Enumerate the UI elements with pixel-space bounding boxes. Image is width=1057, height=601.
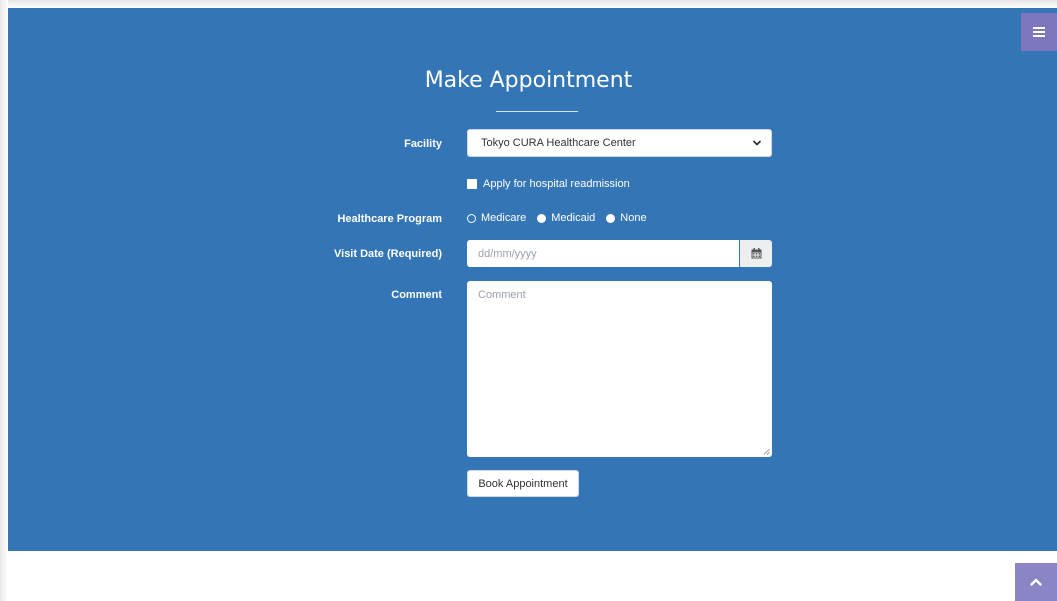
comment-placeholder: Comment xyxy=(478,289,526,301)
resize-grip-icon[interactable] xyxy=(763,448,770,455)
facility-select-value: Tokyo CURA Healthcare Center xyxy=(481,137,636,149)
radio-none[interactable] xyxy=(606,213,616,223)
visit-date-placeholder: dd/mm/yyyy xyxy=(478,247,537,260)
chevron-down-icon xyxy=(753,140,761,146)
comment-textarea[interactable]: Comment xyxy=(467,281,772,457)
window-shadow-top xyxy=(0,0,1057,8)
chevron-up-icon xyxy=(1030,578,1042,586)
radio-medicaid-label: Medicaid xyxy=(551,212,596,224)
radio-medicare[interactable] xyxy=(467,213,476,223)
scroll-to-top-button[interactable] xyxy=(1015,563,1057,601)
title-divider xyxy=(496,111,578,112)
facility-select[interactable]: Tokyo CURA Healthcare Center xyxy=(467,129,772,157)
calendar-icon xyxy=(751,248,761,259)
page-frame: Make Appointment Facility Tokyo CURA Hea… xyxy=(0,0,1057,601)
readmission-label: Apply for hospital readmission xyxy=(483,178,630,190)
hamburger-menu-icon xyxy=(1033,27,1045,37)
book-appointment-button[interactable]: Book Appointment xyxy=(467,470,579,497)
radio-medicare-label: Medicare xyxy=(481,212,527,224)
healthcare-program-group: Medicare Medicaid None xyxy=(467,212,658,224)
facility-label: Facility xyxy=(404,138,442,150)
visit-date-input[interactable]: dd/mm/yyyy xyxy=(467,240,739,267)
radio-none-label: None xyxy=(620,212,647,224)
page-title: Make Appointment xyxy=(424,68,633,93)
comment-label: Comment xyxy=(391,289,442,301)
readmission-option: Apply for hospital readmission xyxy=(467,178,630,190)
menu-toggle-button[interactable] xyxy=(1021,13,1057,51)
visit-date-label: Visit Date (Required) xyxy=(334,248,442,260)
healthcare-program-label: Healthcare Program xyxy=(337,213,442,225)
readmission-checkbox[interactable] xyxy=(467,179,477,189)
radio-medicaid[interactable] xyxy=(537,213,547,223)
calendar-button[interactable] xyxy=(740,240,772,267)
